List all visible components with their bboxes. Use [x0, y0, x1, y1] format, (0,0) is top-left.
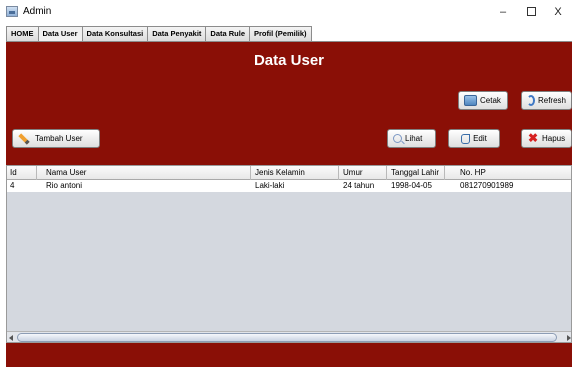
column-header-umur[interactable]: Umur — [340, 166, 387, 180]
printer-icon — [464, 95, 477, 106]
column-header-no-hp[interactable]: No. HP — [457, 166, 571, 180]
page-title: Data User — [253, 52, 325, 69]
close-button[interactable]: X — [543, 3, 572, 21]
tab-strip: HOME Data User Data Konsultasi Data Peny… — [6, 26, 312, 42]
tambah-user-button[interactable]: Tambah User — [12, 129, 100, 148]
column-header-jenis-kelamin[interactable]: Jenis Kelamin — [252, 166, 339, 180]
scroll-right-icon[interactable] — [567, 335, 571, 341]
tab-data-penyakit[interactable]: Data Penyakit — [147, 26, 207, 41]
maximize-button[interactable] — [516, 3, 546, 21]
refresh-button[interactable]: Refresh — [521, 91, 572, 110]
title-bar: Admin – X — [0, 0, 572, 24]
cell-umur: 24 tahun — [343, 181, 375, 190]
refresh-icon — [527, 95, 535, 106]
lihat-label: Lihat — [405, 134, 423, 143]
column-header-tanggal-lahir[interactable]: Tanggal Lahir — [388, 166, 445, 180]
edit-label: Edit — [473, 134, 487, 143]
cell-id: 4 — [10, 181, 15, 190]
search-icon — [393, 134, 402, 143]
table-row[interactable]: 4 Rio antoni Laki-laki 24 tahun 1998-04-… — [7, 180, 571, 192]
user-table[interactable]: Id Nama User Jenis Kelamin Umur Tanggal … — [6, 165, 572, 343]
column-header-nama-user[interactable]: Nama User — [43, 166, 251, 180]
tab-profil-pemilik[interactable]: Profil (Pemilik) — [249, 26, 312, 41]
main-panel: Data User Cetak Refresh Tambah User Liha… — [6, 41, 572, 367]
tab-home[interactable]: HOME — [6, 26, 39, 41]
hapus-button[interactable]: ✖ Hapus — [521, 129, 572, 148]
table-header: Id Nama User Jenis Kelamin Umur Tanggal … — [7, 166, 571, 180]
hapus-label: Hapus — [542, 134, 566, 143]
tambah-user-label: Tambah User — [35, 134, 83, 143]
scroll-left-icon[interactable] — [9, 335, 13, 341]
minimize-button[interactable]: – — [488, 3, 518, 21]
refresh-label: Refresh — [537, 96, 566, 105]
cell-no-hp: 081270901989 — [460, 181, 514, 190]
maximize-icon — [526, 7, 536, 16]
pencil-icon — [18, 132, 30, 145]
edit-button[interactable]: Edit — [448, 129, 500, 148]
lihat-button[interactable]: Lihat — [387, 129, 436, 148]
column-header-id[interactable]: Id — [7, 166, 37, 180]
tab-data-konsultasi[interactable]: Data Konsultasi — [81, 26, 149, 41]
horizontal-scrollbar[interactable] — [7, 331, 571, 342]
window-title: Admin — [23, 6, 52, 17]
tab-data-rule[interactable]: Data Rule — [205, 26, 251, 41]
cetak-button[interactable]: Cetak — [458, 91, 508, 110]
edit-icon — [461, 133, 471, 144]
tab-data-user[interactable]: Data User — [37, 26, 83, 42]
scroll-thumb[interactable] — [17, 333, 557, 342]
delete-icon: ✖ — [527, 130, 539, 145]
cetak-label: Cetak — [480, 96, 501, 105]
cell-nama-user: Rio antoni — [46, 181, 83, 190]
cell-jenis-kelamin: Laki-laki — [255, 181, 285, 190]
app-icon — [6, 6, 18, 17]
cell-tanggal-lahir: 1998-04-05 — [391, 181, 432, 190]
